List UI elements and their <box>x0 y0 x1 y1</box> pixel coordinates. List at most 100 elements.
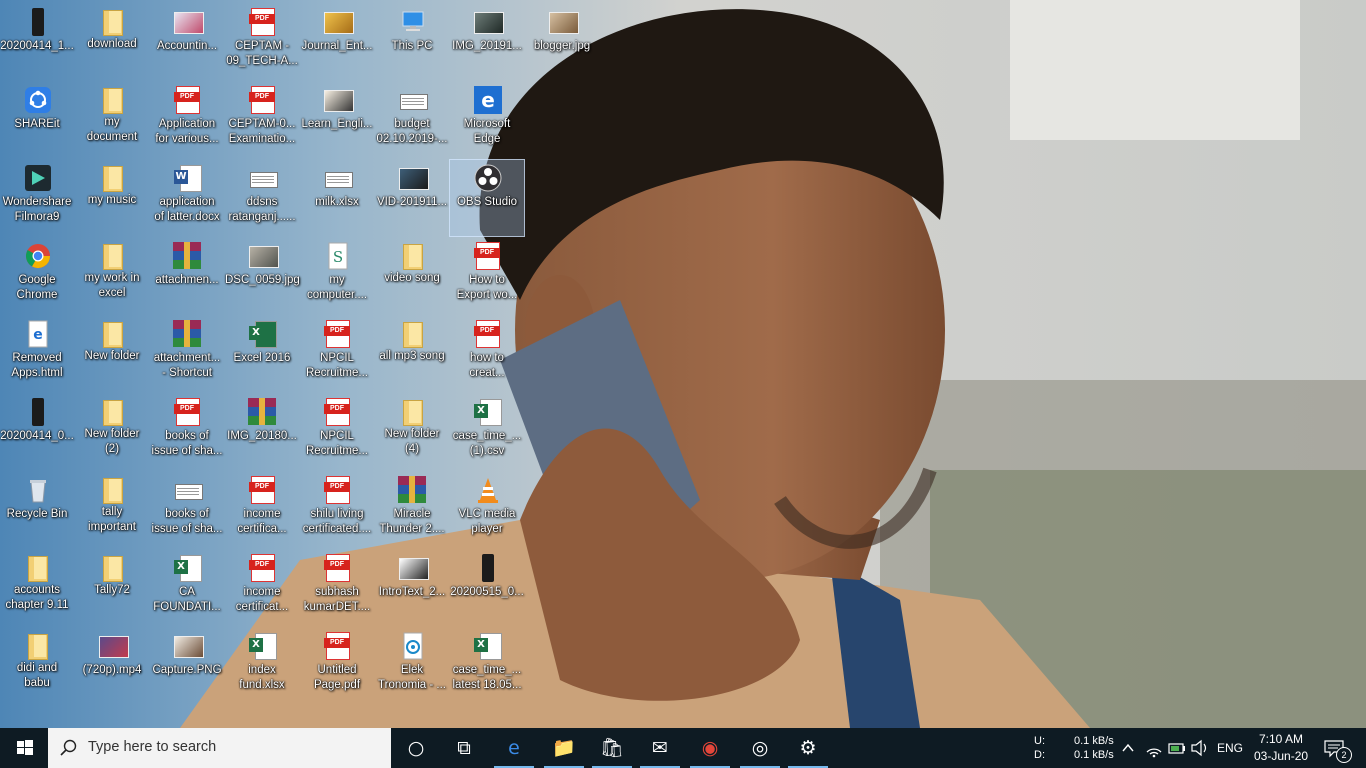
desktop-icon-recycle-bin[interactable]: Recycle Bin <box>0 472 74 548</box>
mail-button[interactable]: ✉ <box>636 728 684 768</box>
desktop-icon-introtext-2[interactable]: IntroText_2... <box>375 550 449 626</box>
desktop-icon-how-to-export-wo[interactable]: PDF How to Export wo... <box>450 238 524 314</box>
sheet-icon <box>249 164 278 192</box>
start-button[interactable] <box>0 728 48 768</box>
desktop-icon-books-of-issue-of-sha[interactable]: PDF books of issue of sha... <box>150 394 224 470</box>
desktop-icon-label: IMG_20180... <box>227 430 297 442</box>
search-input[interactable]: Type here to search <box>48 728 391 768</box>
desktop-icon-my-work-in-excel[interactable]: my work in excel <box>75 238 149 314</box>
notification-count-badge: 2 <box>1336 747 1352 763</box>
action-center-button[interactable]: 2 <box>1318 728 1358 768</box>
desktop-icon-20200414-0[interactable]: 20200414_0... <box>0 394 74 470</box>
desktop-icon-label: download <box>87 38 137 50</box>
desktop-icon-ceptam-09-tech-a[interactable]: PDF CEPTAM - 09_TECH-A... <box>225 4 299 80</box>
desktop-icon-accountin[interactable]: Accountin... <box>150 4 224 80</box>
desktop-icon-this-pc[interactable]: This PC <box>375 4 449 80</box>
network-tray-button[interactable] <box>1142 728 1166 768</box>
desktop-icon-tally72[interactable]: Tally72 <box>75 550 149 626</box>
desktop-icon-excel-2016[interactable]: X Excel 2016 <box>225 316 299 392</box>
desktop-icon-ceptam-0-examinatio[interactable]: PDF CEPTAM-0... Examinatio... <box>225 82 299 158</box>
desktop-icon-vid-201911[interactable]: VID-201911... <box>375 160 449 236</box>
desktop-icon-application-for-various[interactable]: PDF Application for various... <box>150 82 224 158</box>
desktop-icon-20200414-1[interactable]: 20200414_1... <box>0 4 74 80</box>
desktop-icon-case-time-1-csv[interactable]: Xcase_time_... (1).csv <box>450 394 524 470</box>
desktop-icon-label: IntroText_2... <box>378 586 446 598</box>
desktop-icon-income-certificat[interactable]: PDF income certificat... <box>225 550 299 626</box>
desktop-icon-download[interactable]: download <box>75 4 149 80</box>
desktop-icon-all-mp3-song[interactable]: all mp3 song <box>375 316 449 392</box>
desktop-icon-journal-ent[interactable]: Journal_Ent... <box>300 4 374 80</box>
language-indicator[interactable]: ENG <box>1217 741 1243 755</box>
desktop-icon-accounts-chapter-9-11[interactable]: accounts chapter 9.11 <box>0 550 74 626</box>
desktop-icon-capture-png[interactable]: Capture.PNG <box>150 628 224 704</box>
desktop-icon-books-of-issue-of-sha[interactable]: books of issue of sha... <box>150 472 224 548</box>
desktop-icon-label: index fund.xlsx <box>239 664 285 691</box>
desktop-icon-miracle-thunder-2[interactable]: Miracle Thunder 2.... <box>375 472 449 548</box>
desktop-icon-blogger-jpg[interactable]: blogger.jpg <box>525 4 599 80</box>
desktop-icon-new-folder-2[interactable]: New folder (2) <box>75 394 149 470</box>
desktop-icon-income-certifica[interactable]: PDF income certifica... <box>225 472 299 548</box>
desktop-icon-npcil-recruitme[interactable]: PDF NPCIL Recruitme... <box>300 316 374 392</box>
desktop-icon-google-chrome[interactable]: Google Chrome <box>0 238 74 314</box>
desktop-icon-didi-and-babu[interactable]: didi and babu <box>0 628 74 704</box>
desktop-icon-video-song[interactable]: video song <box>375 238 449 314</box>
desktop-icon-index-fund-xlsx[interactable]: Xindex fund.xlsx <box>225 628 299 704</box>
desktop-icon-label: my computer.... <box>306 274 368 301</box>
desktop-icon-dsc-0059-jpg[interactable]: DSC_0059.jpg <box>225 238 300 314</box>
cortana-button[interactable]: ○ <box>392 728 440 768</box>
desktop-icon-application-of-latter-docx[interactable]: Wapplication of latter.docx <box>150 160 224 236</box>
folder-icon <box>401 242 423 270</box>
desktop-icon-how-to-creat[interactable]: PDF how to creat... <box>450 316 524 392</box>
show-hidden-icons-button[interactable] <box>1118 728 1138 768</box>
edge-taskbar-button[interactable]: e <box>490 728 538 768</box>
battery-tray-button[interactable] <box>1166 728 1188 768</box>
file-explorer-button[interactable]: 📁 <box>540 728 588 768</box>
desktop-icon-label: budget 02.10.2019-... <box>376 118 448 145</box>
store-button[interactable]: 🛍 <box>588 728 636 768</box>
desktop-icon-img-20191[interactable]: IMG_20191... <box>450 4 524 80</box>
desktop-icon-attachment-shortcut[interactable]: attachment... - Shortcut <box>150 316 224 392</box>
desktop-icon-720p-mp4[interactable]: (720p).mp4 <box>75 628 149 704</box>
desktop-icon-learn-engli[interactable]: Learn_Engli... <box>300 82 374 158</box>
desktop-icon-new-folder-4[interactable]: New folder (4) <box>375 394 449 470</box>
desktop-icon-my-music[interactable]: my music <box>75 160 149 236</box>
desktop-icon-tally-important[interactable]: tally important <box>75 472 149 548</box>
desktop-icon-case-time-latest-18-05[interactable]: Xcase_time_... latest 18.05... <box>450 628 524 704</box>
desktop-icon-label: shilu living certificated.... <box>302 508 372 535</box>
desktop-icon-20200515-0[interactable]: 20200515_0... <box>450 550 524 626</box>
desktop-icon-my-document[interactable]: my document <box>75 82 149 158</box>
pdf-icon: PDF <box>324 554 350 582</box>
desktop-icon-budget-02-10-2019[interactable]: budget 02.10.2019-... <box>375 82 449 158</box>
desktop-icon-new-folder[interactable]: New folder <box>75 316 149 392</box>
task-view-button[interactable]: ⧉ <box>440 728 488 768</box>
groove-button[interactable]: ◎ <box>736 728 784 768</box>
desktop-icon-label: OBS Studio <box>456 196 518 208</box>
desktop-icon-elek-tronomia[interactable]: Elek Tronomia - ... <box>375 628 449 704</box>
desktop-icon-subhash-kumardet[interactable]: PDF subhash kumarDET.... <box>300 550 374 626</box>
desktop-icon-my-computer[interactable]: Smy computer.... <box>300 238 374 314</box>
chrome-taskbar-button[interactable]: ◉ <box>686 728 734 768</box>
settings-button[interactable]: ⚙ <box>784 728 832 768</box>
desktop-icon-ddsns-ratanganj[interactable]: ddsns ratanganj...... <box>225 160 299 236</box>
desktop-icon-label: Excel 2016 <box>233 352 291 364</box>
desktop-icon-label: video song <box>384 272 440 284</box>
desktop-icon-milk-xlsx[interactable]: milk.xlsx <box>300 160 374 236</box>
desktop-icon-microsoft-edge[interactable]: e Microsoft Edge <box>450 82 524 158</box>
desktop-icon-removed-apps-html[interactable]: e Removed Apps.html <box>0 316 74 392</box>
desktop-icon-shilu-living-certificated[interactable]: PDF shilu living certificated.... <box>300 472 374 548</box>
desktop-icon-ca-foundati[interactable]: X CA FOUNDATI... <box>150 550 224 626</box>
desktop-icon-obs-studio[interactable]: OBS Studio <box>449 159 525 237</box>
clock-button[interactable]: 7:10 AM 03-Jun-20 <box>1250 728 1312 768</box>
desktop-icon-img-20180[interactable]: IMG_20180... <box>225 394 299 470</box>
speaker-icon <box>1191 739 1207 757</box>
desktop-icon-shareit[interactable]: SHAREit <box>0 82 74 158</box>
desktop-icon-wondershare-filmora9[interactable]: Wondershare Filmora9 <box>0 160 74 236</box>
svg-text:e: e <box>481 88 495 112</box>
desktop-icon-attachmen[interactable]: attachmen... <box>150 238 224 314</box>
desktop-icon-untitled-page-pdf[interactable]: PDF Untitled Page.pdf <box>300 628 374 704</box>
desktop-icon-npcil-recruitme[interactable]: PDF NPCIL Recruitme... <box>300 394 374 470</box>
textfile-icon: S <box>324 242 350 270</box>
desktop-icon-vlc-media-player[interactable]: VLC media player <box>450 472 524 548</box>
desktop-icon-label: all mp3 song <box>379 350 445 362</box>
volume-tray-button[interactable] <box>1189 728 1211 768</box>
